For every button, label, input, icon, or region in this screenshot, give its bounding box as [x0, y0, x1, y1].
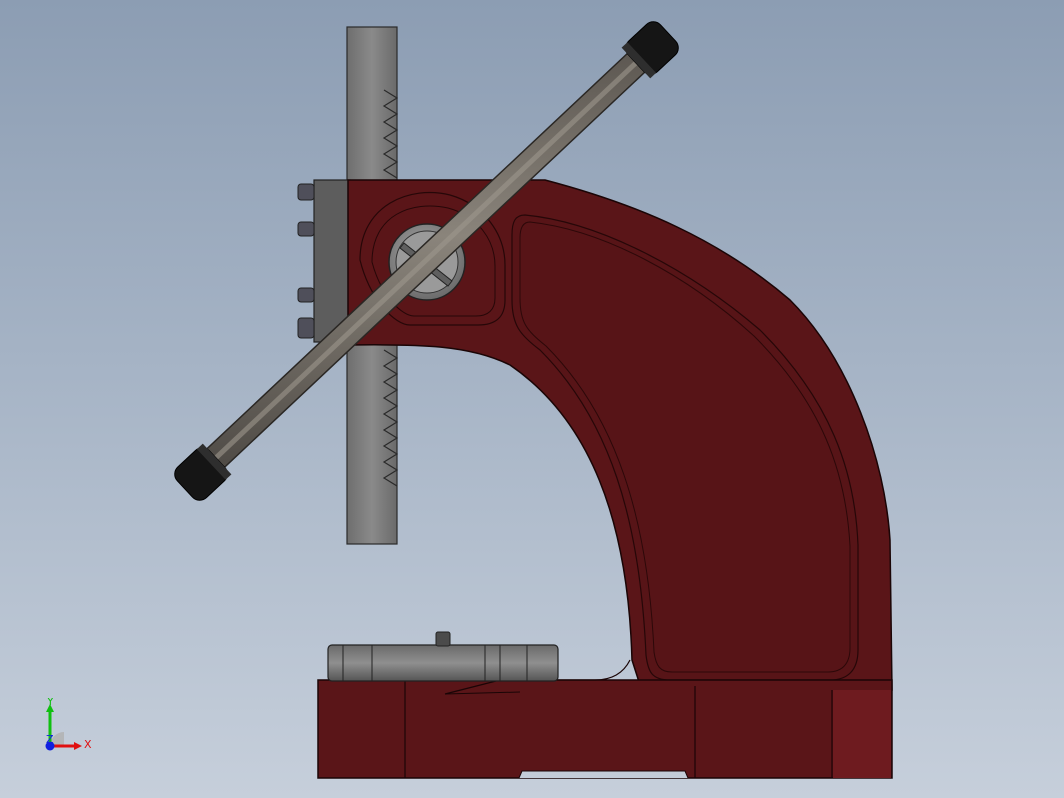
arbor-press-model[interactable]: [0, 0, 1064, 798]
orientation-triad: Y X Z: [45, 698, 92, 751]
bolt-head: [297, 287, 315, 303]
table-screw: [435, 631, 451, 647]
bolt-head: [297, 183, 315, 201]
base-slot: [518, 770, 689, 779]
bolt-head: [297, 221, 315, 237]
x-axis-label: X: [84, 738, 92, 751]
bolt-head: [297, 317, 315, 339]
z-axis-label: Z: [46, 733, 54, 746]
rack-guide-plate[interactable]: [297, 179, 351, 343]
anvil-table[interactable]: [327, 631, 559, 682]
y-axis-label: Y: [46, 698, 54, 708]
base-highlight: [833, 690, 891, 778]
cad-viewport[interactable]: Y X Z: [0, 0, 1064, 798]
